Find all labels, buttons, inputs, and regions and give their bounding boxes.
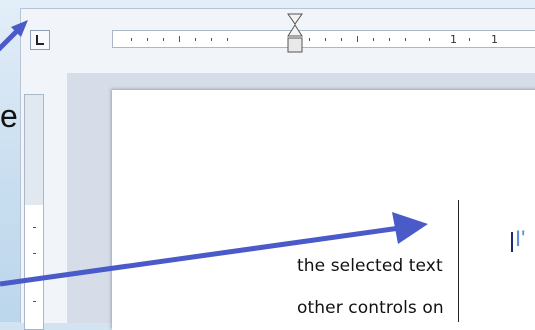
callout-arrows (0, 20, 428, 287)
arrow-to-tab-selector (0, 20, 28, 52)
arrow-to-margin-line (0, 212, 428, 287)
